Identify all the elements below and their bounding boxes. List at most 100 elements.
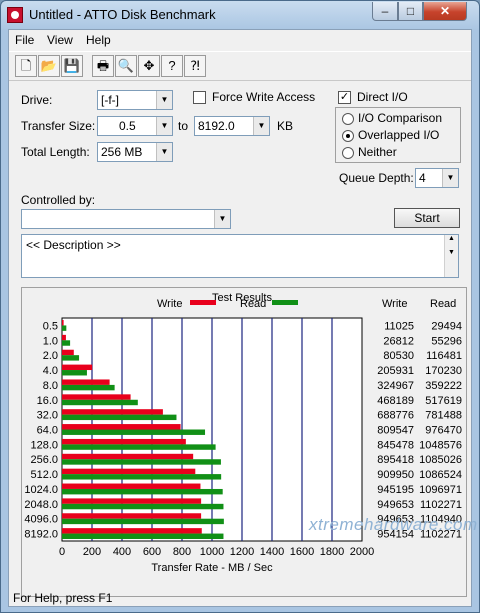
description-scrollbar[interactable]: ▲ ▼ <box>444 235 458 277</box>
context-help-icon[interactable]: ⁈ <box>184 55 206 77</box>
start-button[interactable]: Start <box>394 208 460 228</box>
menu-file[interactable]: File <box>15 33 34 47</box>
write-bar <box>62 394 131 400</box>
read-value: 170230 <box>425 365 462 377</box>
category-label: 4.0 <box>43 365 58 377</box>
write-value: 205931 <box>377 365 414 377</box>
chevron-down-icon: ▼ <box>156 91 172 109</box>
test-results-panel: Test Results Write Read Write Read 0 200 400 600… <box>21 287 467 597</box>
write-value: 468189 <box>377 395 414 407</box>
category-label: 32.0 <box>37 410 58 422</box>
write-value: 324967 <box>377 380 414 392</box>
write-value: 809547 <box>377 425 414 437</box>
x-tick-label: 800 <box>173 546 191 558</box>
drive-value: [-f-] <box>101 93 119 107</box>
read-bar <box>62 414 177 421</box>
x-tick-label: 1400 <box>260 546 284 558</box>
category-label: 8.0 <box>43 380 58 392</box>
category-label: 16.0 <box>37 395 58 407</box>
total-length-label: Total Length: <box>21 145 90 159</box>
io-mode-group: I/O Comparison Overlapped I/O Neither <box>335 107 461 163</box>
write-bar <box>62 349 74 356</box>
x-tick-label: 2000 <box>350 546 374 558</box>
write-value: 909950 <box>377 469 414 481</box>
write-column-header: Write <box>382 298 407 310</box>
write-bar <box>62 379 110 385</box>
save-icon[interactable]: 💾 <box>61 55 83 77</box>
help-icon[interactable]: ? <box>161 55 183 77</box>
chevron-down-icon: ▼ <box>156 143 172 161</box>
read-bar <box>62 503 224 510</box>
menu-help[interactable]: Help <box>86 33 111 47</box>
read-value: 116481 <box>426 350 462 362</box>
transfer-size-label: Transfer Size: <box>21 119 96 133</box>
maximize-button[interactable]: □ <box>398 2 423 21</box>
write-bar <box>62 424 181 430</box>
print-preview-icon[interactable]: 🔍 <box>115 55 137 77</box>
read-bar <box>62 340 71 346</box>
kb-label: KB <box>277 119 294 133</box>
transfer-from-select[interactable]: 0.5 ▼ <box>97 116 173 136</box>
write-value: 11025 <box>384 320 414 332</box>
read-bar <box>62 355 80 361</box>
write-value: 845478 <box>377 439 414 451</box>
read-bar <box>62 533 224 539</box>
read-value: 781488 <box>425 410 462 422</box>
read-bar <box>62 444 216 450</box>
neither-radio[interactable] <box>342 147 354 159</box>
x-tick-label: 1000 <box>200 546 224 558</box>
queue-depth-value: 4 <box>419 171 426 185</box>
minimize-button[interactable]: – <box>372 2 398 21</box>
watermark: xtremehardware.com <box>309 515 478 534</box>
new-icon[interactable]: 🗋 <box>15 55 37 77</box>
x-tick-label: 600 <box>143 546 161 558</box>
window-title: Untitled - ATTO Disk Benchmark <box>29 7 216 22</box>
chevron-down-icon: ▼ <box>156 117 172 135</box>
force-write-checkbox[interactable] <box>193 91 206 104</box>
write-bar <box>62 468 196 475</box>
read-value: 517619 <box>425 395 462 407</box>
description-field[interactable]: << Description >> ▲ ▼ <box>21 234 459 278</box>
write-value: 688776 <box>377 410 414 422</box>
menu-bar: File View Help <box>9 30 471 50</box>
overlapped-io-radio[interactable] <box>342 130 354 142</box>
write-bar <box>62 453 194 460</box>
status-bar: For Help, press F1 <box>9 590 471 606</box>
write-bar <box>62 438 186 445</box>
write-bar <box>62 513 202 519</box>
write-bar <box>62 320 64 326</box>
category-label: 2048.0 <box>24 499 58 511</box>
write-value: 80530 <box>383 350 414 362</box>
direct-io-checkbox[interactable]: ✓ <box>338 91 351 104</box>
print-icon[interactable]: 🖶 <box>92 55 114 77</box>
close-button[interactable]: ✕ <box>423 2 467 21</box>
total-length-value: 256 MB <box>101 145 143 159</box>
write-value: 945195 <box>377 484 414 496</box>
write-bar <box>62 334 66 341</box>
queue-depth-select[interactable]: 4 ▼ <box>415 168 459 188</box>
results-chart: Test ResultsWrite Read Write Read0 200 400 600… <box>24 292 462 574</box>
menu-view[interactable]: View <box>47 33 73 47</box>
read-value: 29494 <box>431 320 462 332</box>
title-bar[interactable]: Untitled - ATTO Disk Benchmark – □ ✕ <box>1 1 479 29</box>
write-bar <box>62 498 202 504</box>
read-bar <box>62 384 115 391</box>
write-value: 26812 <box>383 335 414 347</box>
read-bar <box>62 518 224 525</box>
total-length-select[interactable]: 256 MB ▼ <box>97 142 173 162</box>
chevron-down-icon: ▼ <box>253 117 269 135</box>
open-icon[interactable]: 📂 <box>38 55 60 77</box>
category-label: 64.0 <box>37 425 58 437</box>
drive-select[interactable]: [-f-] ▼ <box>97 90 173 110</box>
controlled-by-label: Controlled by: <box>21 193 96 207</box>
read-value: 1096971 <box>419 484 462 496</box>
move-icon[interactable]: ✥ <box>138 55 160 77</box>
chevron-down-icon: ▼ <box>442 169 458 187</box>
transfer-to-select[interactable]: 8192.0 ▼ <box>194 116 270 136</box>
app-window: Untitled - ATTO Disk Benchmark – □ ✕ Fil… <box>0 0 480 613</box>
io-comparison-radio[interactable] <box>342 113 354 125</box>
controlled-by-select[interactable]: ▼ <box>21 209 231 229</box>
write-bar <box>62 528 202 534</box>
x-tick-label: 1800 <box>320 546 344 558</box>
transfer-from-value: 0.5 <box>119 119 136 133</box>
